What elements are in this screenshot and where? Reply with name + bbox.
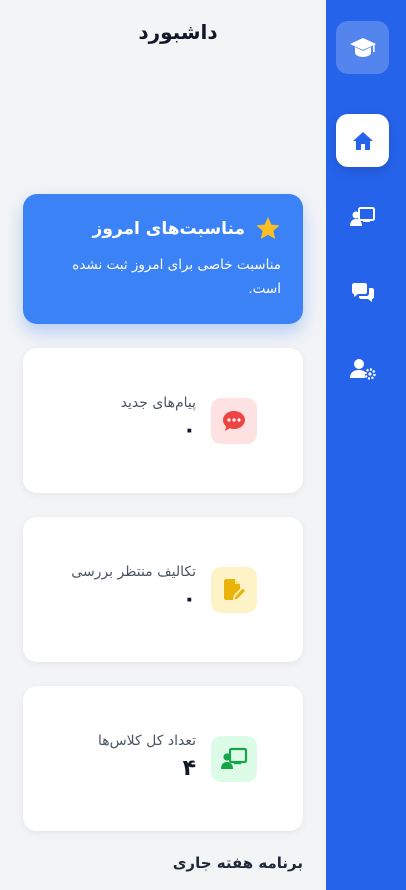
stat-card-pending-assignments[interactable]: تکالیف منتظر بررسی ۰ <box>23 517 303 662</box>
stat-card-new-messages[interactable]: پیام‌های جدید ۰ <box>23 348 303 493</box>
page-title: داشبورد <box>138 20 218 44</box>
sidebar-item-classes[interactable] <box>336 190 389 243</box>
weekly-schedule-title: برنامه هفته جاری <box>172 854 303 872</box>
stat-value: ۴ <box>182 756 196 781</box>
user-cog-icon <box>349 358 376 380</box>
main-content: داشبورد مناسبت‌های امروز مناسبت خاصی برا… <box>0 0 326 890</box>
app-root: داشبورد مناسبت‌های امروز مناسبت خاصی برا… <box>0 0 406 890</box>
sidebar-item-settings[interactable] <box>336 342 389 395</box>
chalkboard-user-icon <box>221 747 248 769</box>
stat-icon-box <box>211 736 257 782</box>
star-icon <box>256 217 280 239</box>
stat-label: تعداد کل کلاس‌ها <box>97 733 196 749</box>
stat-label: تکالیف منتظر بررسی <box>71 564 196 580</box>
sidebar-item-home[interactable] <box>336 114 389 167</box>
occasion-title: مناسبت‌های امروز <box>92 218 245 239</box>
stat-icon-box <box>211 567 257 613</box>
home-icon <box>352 131 373 150</box>
sidebar-item-messages[interactable] <box>336 266 389 319</box>
occasion-card: مناسبت‌های امروز مناسبت خاصی برای امروز … <box>23 194 303 324</box>
stat-icon-box <box>211 398 257 444</box>
file-edit-icon <box>224 579 245 600</box>
stat-value: ۰ <box>182 587 196 612</box>
stat-card-total-classes[interactable]: تعداد کل کلاس‌ها ۴ <box>23 686 303 831</box>
comments-icon <box>351 282 374 302</box>
occasion-header: مناسبت‌های امروز <box>41 216 281 241</box>
chalkboard-teacher-icon <box>349 206 375 226</box>
stat-label: پیام‌های جدید <box>120 395 196 411</box>
occasion-text: مناسبت خاصی برای امروز ثبت نشده است. <box>72 257 281 297</box>
comment-dots-icon <box>223 411 245 431</box>
sidebar <box>326 0 406 890</box>
stat-value: ۰ <box>182 418 196 443</box>
